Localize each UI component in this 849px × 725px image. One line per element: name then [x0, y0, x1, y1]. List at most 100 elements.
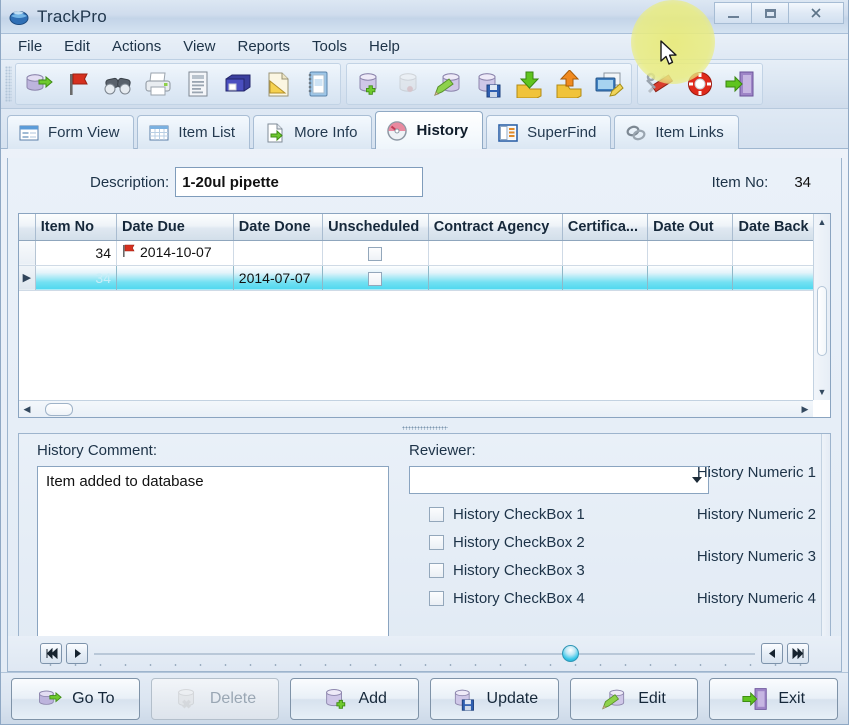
description-input[interactable]: [175, 167, 423, 197]
checkbox-square-icon[interactable]: [429, 507, 444, 522]
tab-item-list-label: Item List: [178, 124, 235, 141]
next-record-button[interactable]: [66, 643, 88, 664]
cell-date-out[interactable]: [648, 265, 733, 290]
tab-strip: Form View Item List: [1, 109, 848, 149]
column-header-date-due[interactable]: Date Due: [117, 214, 234, 240]
form-view-icon: [18, 122, 40, 144]
cell-contract-agency[interactable]: [428, 240, 562, 265]
checkbox-square-icon[interactable]: [429, 563, 444, 578]
tab-history[interactable]: History: [375, 111, 483, 149]
scroll-down-icon[interactable]: ▼: [814, 384, 830, 400]
column-header-date-done[interactable]: Date Done: [233, 214, 322, 240]
edit-button-label: Edit: [638, 690, 666, 708]
cell-date-due[interactable]: [117, 265, 234, 290]
toolbar-grip[interactable]: [5, 66, 12, 102]
grid-horizontal-scroll-thumb[interactable]: [45, 403, 73, 416]
toolbar-binoculars-icon[interactable]: [98, 65, 138, 103]
toolbar-screen-edit-icon[interactable]: [589, 65, 629, 103]
column-header-contract-agency[interactable]: Contract Agency: [428, 214, 562, 240]
cell-date-out[interactable]: [648, 240, 733, 265]
cell-unscheduled[interactable]: [323, 240, 429, 265]
history-comment-textarea[interactable]: Item added to database: [37, 466, 389, 658]
history-checkbox-2[interactable]: History CheckBox 2: [429, 534, 585, 551]
record-slider-track[interactable]: [94, 653, 755, 655]
column-header-certification[interactable]: Certifica...: [562, 214, 647, 240]
scroll-up-icon[interactable]: ▲: [814, 214, 830, 230]
column-header-date-out[interactable]: Date Out: [648, 214, 733, 240]
update-button[interactable]: Update: [430, 678, 559, 720]
history-checkbox-4[interactable]: History CheckBox 4: [429, 590, 585, 607]
cell-contract-agency[interactable]: [428, 265, 562, 290]
menu-item-view[interactable]: View: [172, 36, 226, 57]
first-record-button[interactable]: [40, 643, 62, 664]
toolbar-database-save-icon[interactable]: [469, 65, 509, 103]
history-checkbox-1[interactable]: History CheckBox 1: [429, 506, 585, 523]
cell-date-done[interactable]: 2014-07-07: [233, 265, 322, 290]
toolbar-import-down-icon[interactable]: [509, 65, 549, 103]
toolbar-tools-wrench-icon[interactable]: [640, 65, 680, 103]
cell-certification[interactable]: [562, 265, 647, 290]
cell-date-done[interactable]: [233, 240, 322, 265]
checkbox-square-icon[interactable]: [429, 535, 444, 550]
unscheduled-checkbox[interactable]: [368, 247, 382, 261]
cell-date-due[interactable]: 2014-10-07: [117, 240, 234, 265]
column-header-item-no[interactable]: Item No: [35, 214, 116, 240]
edit-button[interactable]: Edit: [570, 678, 699, 720]
maximize-button[interactable]: [751, 2, 789, 24]
tab-more-info[interactable]: More Info: [253, 115, 372, 149]
toolbar-database-edit-icon[interactable]: [429, 65, 469, 103]
menu-item-help[interactable]: Help: [358, 36, 411, 57]
scroll-right-icon[interactable]: ▶: [797, 401, 813, 417]
toolbar-report-list-icon[interactable]: [178, 65, 218, 103]
grid-vertical-scroll-thumb[interactable]: [817, 286, 827, 356]
toolbar-printer-icon[interactable]: [138, 65, 178, 103]
menu-item-file[interactable]: File: [7, 36, 53, 57]
toolbar-lifering-help-icon[interactable]: [680, 65, 720, 103]
menu-item-edit[interactable]: Edit: [53, 36, 101, 57]
checkbox-square-icon[interactable]: [429, 591, 444, 606]
go-to-button[interactable]: Go To: [11, 678, 140, 720]
close-button[interactable]: [788, 2, 844, 24]
grid-vertical-scrollbar[interactable]: ▲ ▼: [813, 214, 830, 400]
history-checkbox-4-label: History CheckBox 4: [453, 590, 585, 607]
cell-unscheduled[interactable]: [323, 265, 429, 290]
cell-item-no[interactable]: 34: [35, 265, 116, 290]
toolbar-database-goto-icon[interactable]: [18, 65, 58, 103]
cell-item-no[interactable]: 34: [35, 240, 116, 265]
menu-item-reports[interactable]: Reports: [226, 36, 301, 57]
tab-form-view[interactable]: Form View: [7, 115, 134, 149]
detail-vertical-scrollbar[interactable]: [821, 434, 830, 662]
previous-record-button[interactable]: [761, 643, 783, 664]
toolbar-notebook-icon[interactable]: [298, 65, 338, 103]
history-grid[interactable]: Item No Date Due Date Done Unscheduled C…: [18, 213, 831, 418]
column-header-unscheduled[interactable]: Unscheduled: [323, 214, 429, 240]
table-row[interactable]: ▶ 34 2014-07-07: [19, 265, 830, 290]
unscheduled-checkbox[interactable]: [368, 272, 382, 286]
add-button[interactable]: Add: [290, 678, 419, 720]
tab-history-label: History: [416, 122, 468, 139]
reviewer-combobox[interactable]: [409, 466, 709, 494]
tab-superfind[interactable]: SuperFind: [486, 115, 611, 149]
panel-splitter[interactable]: [8, 423, 841, 433]
exit-button[interactable]: Exit: [709, 678, 838, 720]
toolbar-database-add-icon[interactable]: [349, 65, 389, 103]
toolbar-ruler-document-icon[interactable]: [258, 65, 298, 103]
last-record-button[interactable]: [787, 643, 809, 664]
minimize-button[interactable]: [714, 2, 752, 24]
toolbar-exit-door-icon[interactable]: [720, 65, 760, 103]
grid-horizontal-scrollbar[interactable]: ◀ ▶: [19, 400, 813, 417]
scroll-left-icon[interactable]: ◀: [19, 401, 35, 417]
record-slider-thumb[interactable]: [562, 645, 579, 662]
toolbar-export-up-icon[interactable]: [549, 65, 589, 103]
table-row[interactable]: 34 2014-10-07: [19, 240, 830, 265]
cell-certification[interactable]: [562, 240, 647, 265]
toolbar-label-printer-icon[interactable]: [218, 65, 258, 103]
update-button-label: Update: [487, 690, 539, 708]
history-gauge-icon: [386, 120, 408, 142]
tab-item-links[interactable]: Item Links: [614, 115, 738, 149]
tab-item-list[interactable]: Item List: [137, 115, 250, 149]
menu-item-tools[interactable]: Tools: [301, 36, 358, 57]
toolbar-red-flag-icon[interactable]: [58, 65, 98, 103]
history-checkbox-3[interactable]: History CheckBox 3: [429, 562, 585, 579]
menu-item-actions[interactable]: Actions: [101, 36, 172, 57]
